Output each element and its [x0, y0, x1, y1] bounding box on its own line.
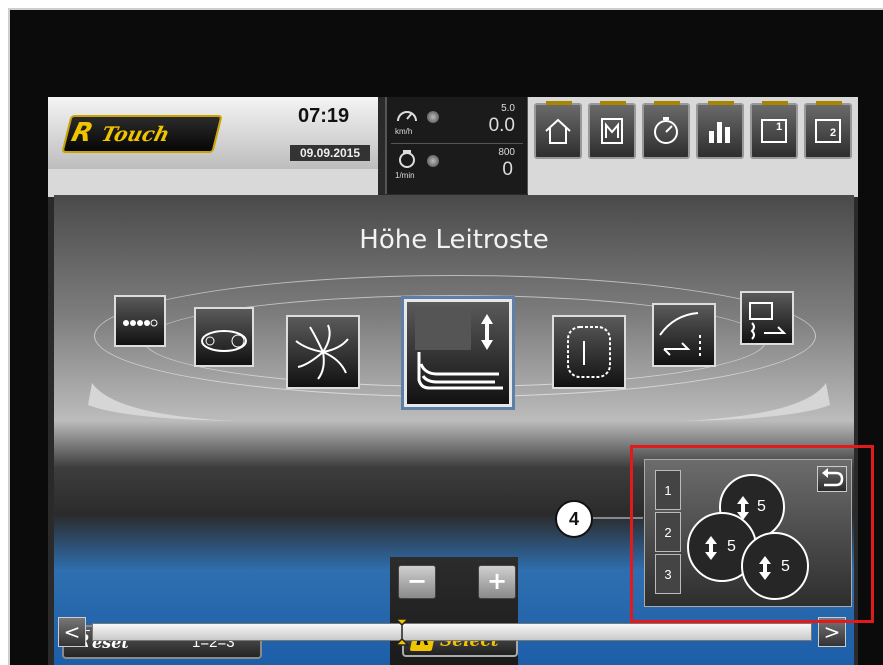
logo-clock-panel: R Touch 07:19 09.09.2015 [48, 97, 378, 169]
grate-1-button[interactable]: 1 [655, 470, 681, 510]
back-button[interactable] [817, 466, 847, 492]
logo-touch-text: Touch [99, 122, 173, 146]
carousel-grate-height[interactable] [404, 299, 512, 407]
slider-left-button[interactable]: < [58, 617, 86, 647]
sieve-icon [567, 326, 611, 378]
fan-icon [295, 324, 349, 380]
minus-button[interactable]: − [398, 565, 436, 599]
statistics-button[interactable] [696, 101, 744, 159]
home-button[interactable] [534, 101, 582, 159]
slider-thumb[interactable] [393, 617, 410, 647]
carousel-belt[interactable] [194, 307, 254, 367]
home-icon [545, 118, 571, 144]
view-2-button[interactable]: 2 [804, 101, 852, 159]
speedometer-icon [397, 111, 417, 122]
back-arrow-icon [822, 468, 844, 487]
spring-bar-icon [749, 302, 787, 340]
rpm-indicator-led [427, 155, 439, 167]
clock-date: 09.09.2015 [290, 145, 370, 161]
carousel-right-swoosh [684, 383, 830, 421]
engine-rpm-icon [399, 150, 415, 168]
navigation-bar: 1 2 [528, 97, 858, 169]
status-row-left [48, 169, 378, 197]
up-down-arrow-icon [759, 556, 771, 580]
view-1-button[interactable]: 1 [750, 101, 798, 159]
view-2-label: 2 [830, 127, 837, 139]
grate-3-value: 5 [781, 558, 790, 575]
callout-marker: 4 [555, 500, 593, 538]
r-touch-logo: R Touch [61, 115, 223, 153]
view-1-icon [761, 119, 787, 143]
carousel-sieve[interactable] [552, 315, 626, 389]
carousel-left-swoosh [88, 383, 234, 421]
rpm-value: 0 [502, 159, 513, 180]
stopwatch-icon [654, 117, 678, 144]
stopwatch-button[interactable] [642, 101, 690, 159]
grate-3-button[interactable]: 3 [655, 554, 681, 594]
clock-time: 07:19 [298, 105, 350, 127]
carousel-chain[interactable] [114, 295, 166, 347]
grate-2-value: 5 [727, 538, 736, 555]
dialog-title: Höhe Leitroste [359, 225, 549, 255]
view-2-icon [815, 119, 841, 143]
gauge-divider [391, 143, 523, 144]
memory-button[interactable] [588, 101, 636, 159]
grate-2-button[interactable]: 2 [655, 512, 681, 552]
grate-3-circle[interactable]: 5 [741, 532, 809, 600]
grate-selection-panel: 1 2 3 5 5 5 [644, 459, 852, 607]
memory-icon [601, 118, 623, 144]
plus-button[interactable]: + [478, 565, 516, 599]
speed-value: 0.0 [488, 115, 515, 136]
up-down-arrow-icon [705, 536, 717, 560]
rpm-setpoint: 800 [498, 147, 515, 158]
speed-unit: km/h [395, 127, 413, 136]
grate-1-value: 5 [757, 498, 766, 515]
carousel-bar-pressure[interactable] [652, 303, 716, 367]
logo-r: R [68, 118, 97, 148]
statistics-icon [709, 122, 730, 143]
carousel-fan[interactable] [286, 315, 360, 389]
rpm-unit: 1/min [395, 171, 415, 180]
speed-setpoint: 5.0 [501, 103, 515, 114]
chain-icon [123, 319, 158, 327]
view-1-label: 1 [776, 121, 783, 133]
speed-indicator-led [427, 111, 439, 123]
belt-icon [201, 330, 247, 352]
grate-height-icon [415, 310, 503, 390]
bar-pressure-icon [659, 312, 701, 359]
carousel-spring-bar[interactable] [740, 291, 794, 345]
status-row-right [528, 169, 858, 197]
slider-track[interactable] [92, 623, 812, 641]
gauge-panel: km/h 5.0 0.0 1/min 800 0 [385, 97, 529, 194]
